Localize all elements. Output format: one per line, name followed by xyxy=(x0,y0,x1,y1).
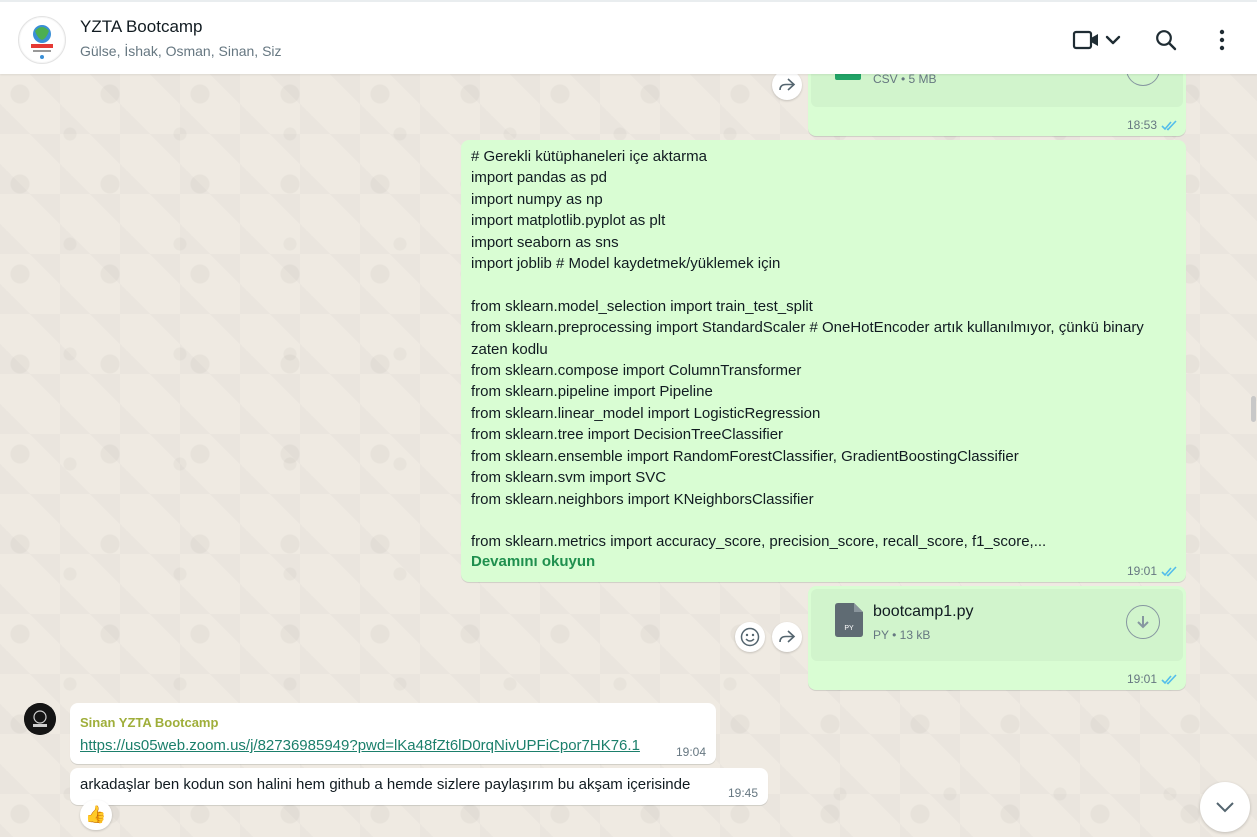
forward-icon xyxy=(779,78,796,91)
thumbs-up-reaction[interactable]: 👍 xyxy=(80,800,112,830)
incoming-message-text: arkadaşlar ben kodun son halini hem gith… xyxy=(80,776,691,793)
video-camera-icon xyxy=(1072,30,1121,50)
incoming-text-meta: 19:45 xyxy=(728,786,758,800)
group-title[interactable]: YZTA Bootcamp xyxy=(80,17,203,37)
more-vertical-icon xyxy=(1219,29,1225,51)
sender-avatar-image xyxy=(24,703,56,735)
py-file-message[interactable]: PY bootcamp1.py PY • 13 kB 19:01 xyxy=(808,586,1186,690)
py-message-meta: 19:01 xyxy=(1127,672,1178,686)
emoji-icon xyxy=(740,627,760,647)
double-check-icon xyxy=(1161,119,1177,130)
double-check-icon xyxy=(1161,673,1177,684)
bootcamp-logo-icon xyxy=(20,18,64,62)
zoom-meeting-link[interactable]: https://us05web.zoom.us/j/82736985949?pw… xyxy=(80,737,640,754)
forward-button[interactable] xyxy=(772,622,802,652)
py-file-icon: PY xyxy=(835,603,863,637)
group-members[interactable]: Gülse, İshak, Osman, Sinan, Siz xyxy=(80,43,282,59)
py-download-button[interactable] xyxy=(1126,605,1160,639)
message-time: 18:53 xyxy=(1126,118,1157,132)
message-time: 19:45 xyxy=(727,786,758,800)
read-more-link[interactable]: Devamını okuyun xyxy=(471,553,595,570)
sender-name[interactable]: Sinan YZTA Bootcamp xyxy=(80,715,218,730)
csv-file-meta: CSV • 5 MB xyxy=(873,72,937,86)
csv-message-meta: 18:53 xyxy=(1127,118,1178,132)
py-file-card[interactable]: PY bootcamp1.py PY • 13 kB xyxy=(811,589,1183,661)
scroll-to-bottom-button[interactable] xyxy=(1200,782,1250,832)
message-time: 19:04 xyxy=(675,745,706,759)
video-call-button[interactable] xyxy=(1070,24,1128,56)
group-avatar[interactable] xyxy=(18,16,66,64)
message-time: 19:01 xyxy=(1126,564,1157,578)
search-icon xyxy=(1156,30,1177,51)
react-button[interactable] xyxy=(735,622,765,652)
search-button[interactable] xyxy=(1150,24,1182,56)
chat-header[interactable]: YZTA Bootcamp Gülse, İshak, Osman, Sinan… xyxy=(0,0,1257,74)
chevron-down-icon xyxy=(1216,802,1234,813)
menu-button[interactable] xyxy=(1207,24,1237,56)
incoming-link-meta: 19:04 xyxy=(676,745,706,759)
incoming-link-message[interactable]: 19:04 xyxy=(70,703,716,764)
sender-avatar[interactable] xyxy=(24,703,56,735)
download-icon xyxy=(1137,616,1149,629)
py-file-icon-label: PY xyxy=(844,625,854,632)
py-file-name: bootcamp1.py xyxy=(873,603,974,620)
double-check-icon xyxy=(1161,565,1177,576)
code-message-text: # Gerekli kütüphaneleri içe aktarma impo… xyxy=(471,148,1144,551)
py-file-meta: PY • 13 kB xyxy=(873,628,931,642)
forward-icon xyxy=(779,630,796,643)
chat-scrollbar[interactable] xyxy=(1251,396,1256,422)
code-message-meta: 19:01 xyxy=(1127,564,1178,578)
forward-button[interactable] xyxy=(772,70,802,100)
message-time: 19:01 xyxy=(1126,672,1157,686)
